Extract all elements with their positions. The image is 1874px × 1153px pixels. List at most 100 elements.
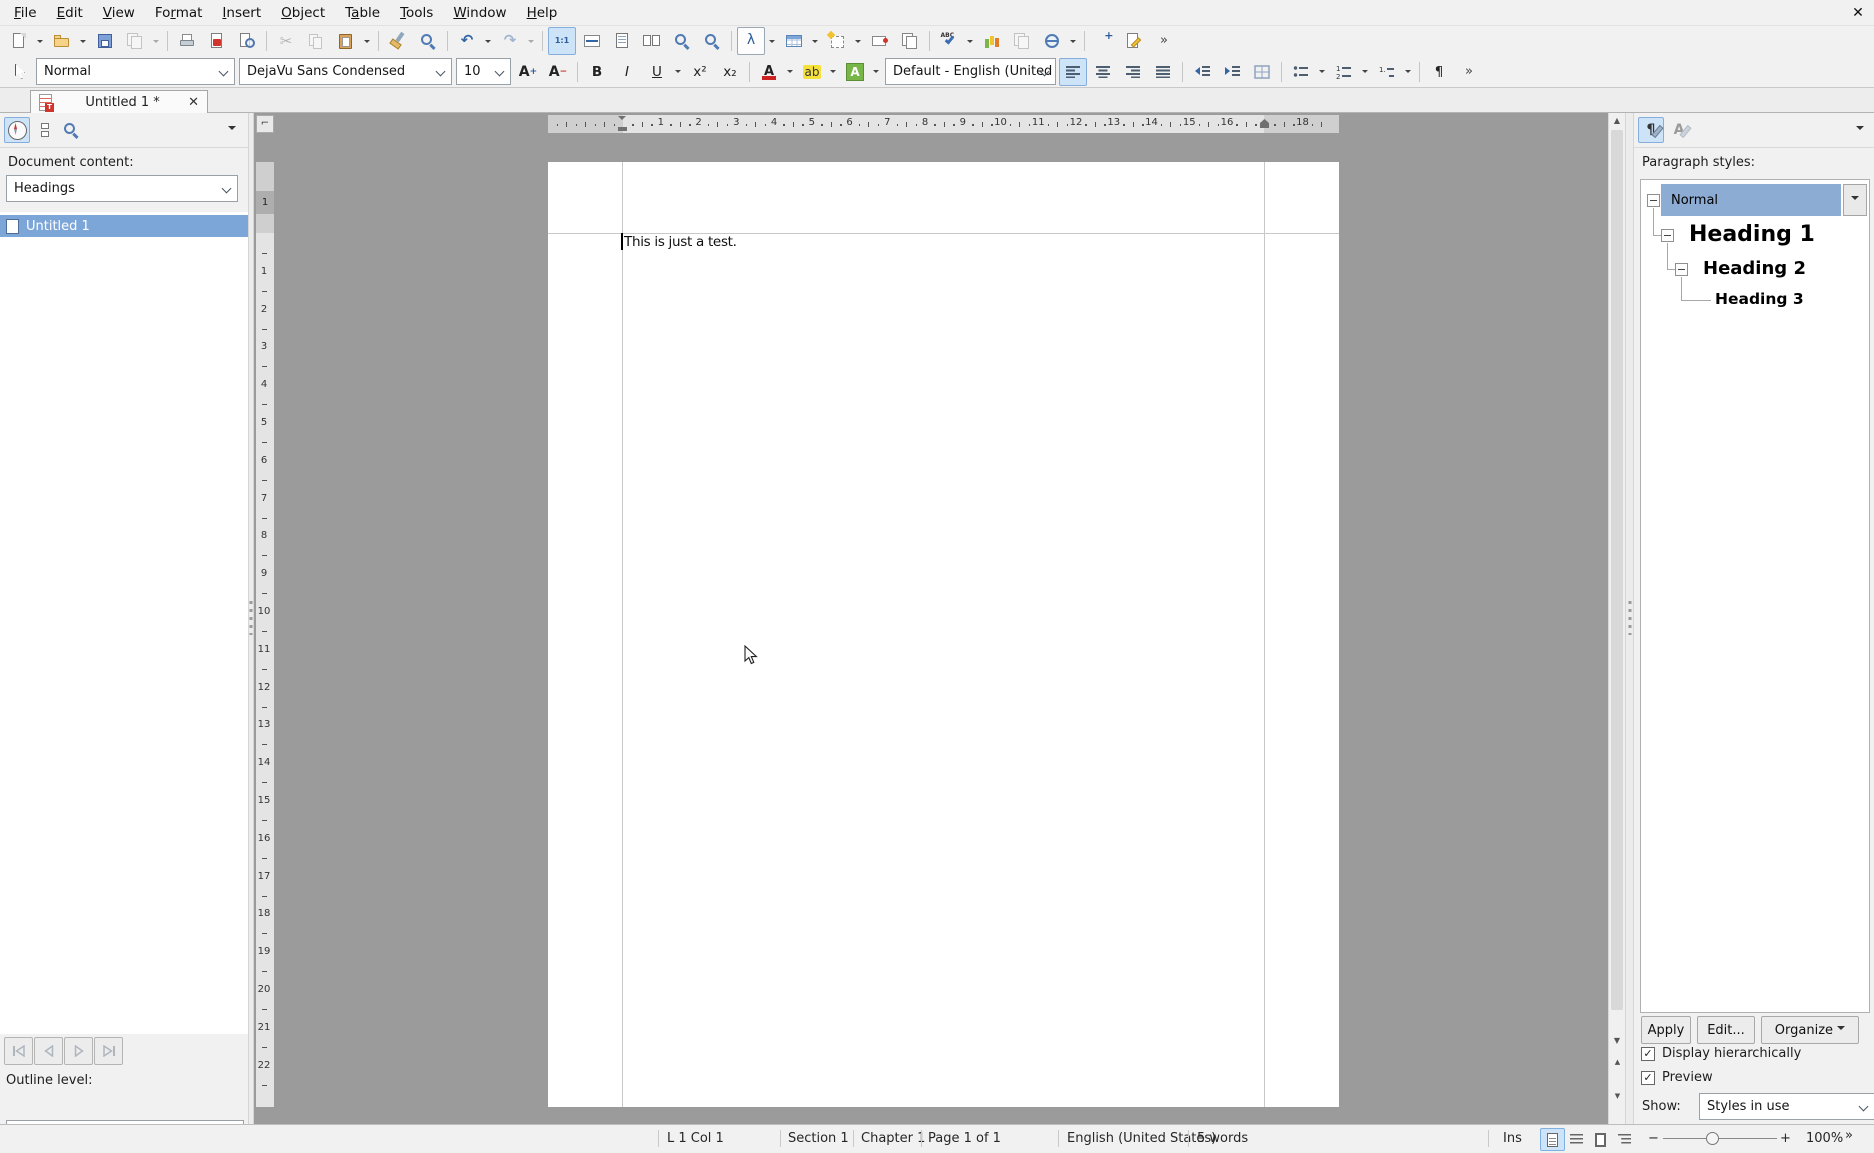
insert-table-button[interactable] — [780, 27, 808, 55]
menu-help[interactable]: Help — [517, 0, 568, 26]
borders-button[interactable] — [1248, 58, 1276, 86]
highlight-button[interactable]: ab — [798, 58, 826, 86]
bold-button[interactable]: B — [583, 58, 611, 86]
align-left-button[interactable] — [1059, 58, 1087, 86]
document-tab[interactable]: Untitled 1 * ✕ — [30, 90, 208, 113]
page-layout-view-button[interactable] — [1540, 1128, 1565, 1151]
vertical-scrollbar[interactable]: ▲ ▼ ▲ ▼ — [1608, 113, 1625, 1124]
bullet-list-dropdown[interactable] — [1316, 59, 1328, 85]
page[interactable]: This is just a test. — [548, 162, 1339, 1107]
open-dropdown[interactable] — [77, 28, 89, 54]
italic-button[interactable]: I — [613, 58, 641, 86]
paste-button[interactable] — [332, 27, 360, 55]
browse-select-button[interactable] — [1610, 1071, 1625, 1085]
browse-next-button[interactable]: ▼ — [1610, 1089, 1625, 1103]
zoom-level-status[interactable]: 100% — [1806, 1131, 1843, 1146]
insert-chart-button[interactable] — [978, 27, 1006, 55]
paragraph-style-combo[interactable]: Normal — [36, 58, 235, 85]
panel-menu-dropdown[interactable] — [1856, 126, 1864, 134]
window-close-button[interactable]: ✕ — [1847, 2, 1869, 24]
zoom-out-button[interactable]: − — [1648, 1131, 1659, 1146]
zoom-out-button[interactable] — [698, 27, 726, 55]
horizontal-ruler[interactable]: 1234567891011121314151618 — [276, 113, 1608, 135]
undo-dropdown[interactable] — [482, 28, 494, 54]
zoom-page-width-button[interactable] — [578, 27, 606, 55]
display-hierarchically-checkbox[interactable]: ✓ — [1641, 1047, 1655, 1061]
character-styles-toggle[interactable]: A — [1666, 117, 1692, 143]
apply-button[interactable]: Apply — [1641, 1016, 1691, 1044]
menu-object[interactable]: Object — [271, 0, 335, 26]
menu-window[interactable]: Window — [443, 0, 516, 26]
document-canvas[interactable]: This is just a test. ◀ ▶ — [276, 135, 1608, 1107]
draft-view-button[interactable] — [1564, 1128, 1589, 1151]
font-color-dropdown[interactable] — [784, 59, 796, 85]
go-last-button[interactable] — [94, 1037, 123, 1065]
paragraph-styles-toggle[interactable]: ¶ — [1638, 117, 1664, 143]
find-button[interactable] — [414, 27, 442, 55]
object-pointer-button[interactable] — [5, 58, 33, 86]
statusbar-overflow[interactable]: » — [1845, 1128, 1853, 1143]
web-view-dropdown[interactable] — [1067, 28, 1079, 54]
save-button[interactable] — [91, 27, 119, 55]
insert-formula-button[interactable]: λ — [737, 27, 765, 55]
page-view-button[interactable] — [608, 27, 636, 55]
navigator-compass-toggle[interactable] — [4, 117, 30, 143]
page-status[interactable]: Page 1 of 1 — [928, 1131, 1001, 1146]
align-right-button[interactable] — [1119, 58, 1147, 86]
undo-button[interactable]: ↶ — [453, 27, 481, 55]
subscript-button[interactable]: x₂ — [716, 58, 744, 86]
menu-insert[interactable]: Insert — [212, 0, 271, 26]
font-color-button[interactable]: A — [755, 58, 783, 86]
go-first-button[interactable] — [4, 1037, 33, 1065]
zoom-original-button[interactable]: 1:1 — [548, 27, 576, 55]
font-name-combo[interactable]: DejaVu Sans Condensed — [239, 58, 452, 85]
outline-view-button[interactable] — [1612, 1128, 1637, 1151]
tab-stop-selector[interactable]: ⌐ — [256, 115, 274, 133]
body-text[interactable]: This is just a test. — [624, 234, 737, 250]
export-pdf-button[interactable] — [203, 27, 231, 55]
zoom-in-button[interactable]: + — [1780, 1131, 1791, 1146]
numbered-list-dropdown[interactable] — [1359, 59, 1371, 85]
go-previous-button[interactable] — [34, 1037, 63, 1065]
print-button[interactable] — [173, 27, 201, 55]
insert-formula-dropdown[interactable] — [766, 28, 778, 54]
browse-previous-button[interactable]: ▲ — [1610, 1055, 1625, 1069]
paste-dropdown[interactable] — [361, 28, 373, 54]
style-normal[interactable]: Normal — [1661, 184, 1841, 216]
fill-color-dropdown[interactable] — [870, 59, 882, 85]
style-heading-2[interactable]: Heading 2 — [1703, 258, 1806, 279]
new-from-template-button[interactable]: + — [1090, 27, 1118, 55]
menu-tools[interactable]: Tools — [390, 0, 443, 26]
underline-dropdown[interactable] — [672, 59, 684, 85]
sidebar-search-toggle[interactable] — [58, 117, 84, 143]
spellcheck-button[interactable]: ABC — [935, 27, 963, 55]
print-preview-button[interactable] — [233, 27, 261, 55]
clone-formatting-button[interactable] — [384, 27, 412, 55]
font-size-combo[interactable]: 10 — [456, 58, 511, 85]
vertical-scroll-thumb[interactable] — [1611, 130, 1623, 1010]
formatting-marks-button[interactable]: ¶ — [1425, 58, 1453, 86]
edit-button[interactable]: Edit... — [1697, 1016, 1755, 1044]
spellcheck-dropdown[interactable] — [964, 28, 976, 54]
language-combo[interactable]: Default - English (United — [885, 58, 1056, 85]
highlight-dropdown[interactable] — [827, 59, 839, 85]
panel-splitter[interactable] — [1625, 113, 1634, 1124]
zoom-in-button[interactable] — [668, 27, 696, 55]
insert-text-frame-button[interactable] — [823, 27, 851, 55]
go-next-button[interactable] — [64, 1037, 93, 1065]
toolbar-overflow-button[interactable]: » — [1150, 27, 1178, 55]
fullpage-view-button[interactable] — [1588, 1128, 1613, 1151]
menu-view[interactable]: View — [93, 0, 145, 26]
scroll-up-arrow[interactable]: ▲ — [1609, 113, 1625, 129]
underline-button[interactable]: U — [643, 58, 671, 86]
list-item-untitled-1[interactable]: Untitled 1 — [0, 215, 248, 237]
expander-heading-2[interactable] — [1675, 263, 1688, 276]
shrink-font-button[interactable]: A− — [544, 58, 572, 86]
language-status[interactable]: English (United States) — [1067, 1131, 1216, 1146]
format-toolbar-overflow[interactable]: » — [1455, 58, 1483, 86]
align-justify-button[interactable] — [1149, 58, 1177, 86]
increase-indent-button[interactable] — [1218, 58, 1246, 86]
open-button[interactable] — [48, 27, 76, 55]
insert-comment-button[interactable] — [866, 27, 894, 55]
master-pages-button[interactable] — [896, 27, 924, 55]
